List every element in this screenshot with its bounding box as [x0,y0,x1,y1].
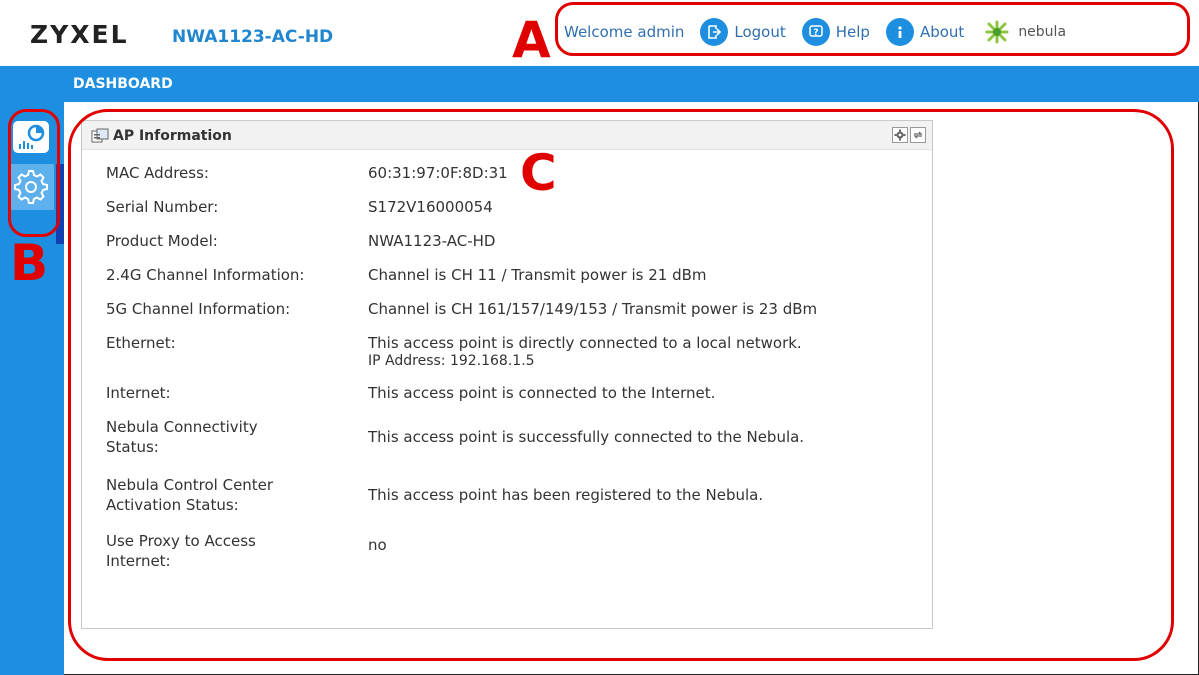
annotation-label-b: B [10,234,49,292]
annotation-label-a: A [512,11,551,69]
annotation-label-c: C [520,144,557,202]
device-model: NWA1123-AC-HD [172,27,334,47]
page-title: DASHBOARD [73,76,173,92]
annotation-box-a [555,2,1190,56]
annotation-box-b [8,109,60,237]
brand-logo: ZYXEL [30,20,129,49]
annotation-box-c [68,109,1174,661]
navigation-bar: DASHBOARD [0,66,1199,102]
